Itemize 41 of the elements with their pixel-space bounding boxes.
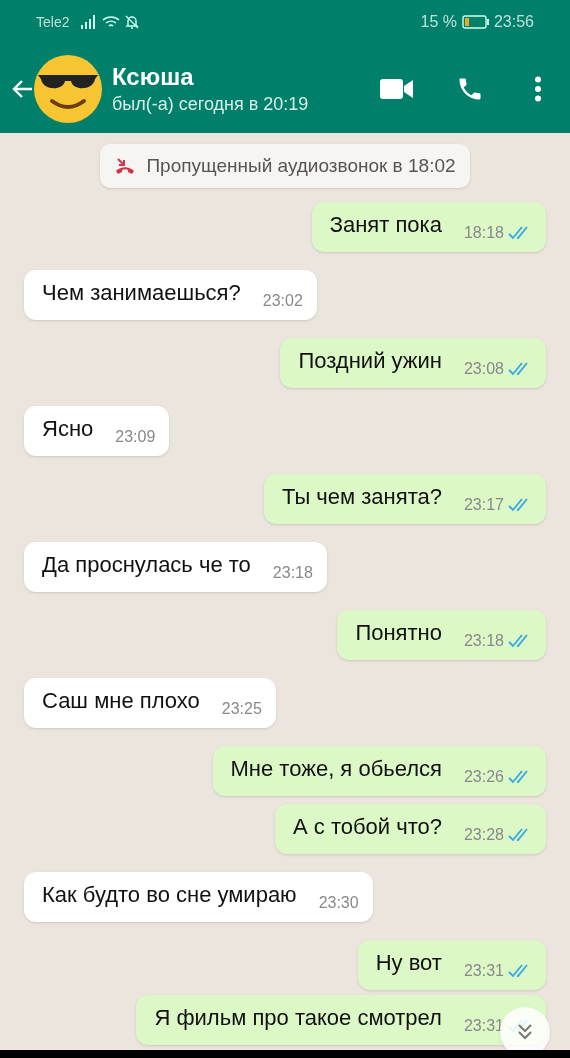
last-seen: был(-а) сегодня в 20:19 bbox=[112, 92, 309, 116]
battery-percent: 15 % bbox=[420, 12, 457, 32]
message-time: 23:18 bbox=[272, 563, 313, 583]
message-text: Я фильм про такое смотрел bbox=[154, 1003, 442, 1032]
missed-call-text: Пропущенный аудиозвонок в 18:02 bbox=[146, 153, 456, 178]
message-time: 23:08 bbox=[463, 359, 504, 379]
video-call-icon[interactable] bbox=[380, 77, 414, 100]
message-time: 23:25 bbox=[221, 699, 262, 719]
message-time: 23:18 bbox=[463, 631, 504, 651]
message-text: Ясно bbox=[42, 414, 94, 443]
message-text: Саш мне плохо bbox=[42, 686, 200, 715]
more-options-icon[interactable] bbox=[534, 75, 542, 102]
message-text: Чем занимаешься? bbox=[42, 278, 241, 307]
message-text: Как будто во сне умираю bbox=[42, 880, 297, 909]
battery-icon bbox=[461, 15, 490, 29]
missed-call-icon bbox=[114, 157, 137, 175]
message-text: Ну вот bbox=[375, 948, 442, 977]
message-time: 23:30 bbox=[318, 893, 359, 913]
message-time: 23:31 bbox=[463, 1016, 504, 1036]
sunglasses-emoji-icon[interactable] bbox=[32, 52, 104, 125]
back-icon[interactable] bbox=[12, 77, 34, 100]
message-time: 18:18 bbox=[463, 223, 504, 243]
message-time: 23:09 bbox=[115, 427, 156, 447]
double-chevron-icon bbox=[515, 1022, 535, 1042]
message-text: Понятно bbox=[355, 618, 442, 647]
message-time: 23:28 bbox=[463, 825, 504, 845]
message-text: Поздний ужин bbox=[298, 346, 442, 375]
message-text: Да проснулась че то bbox=[42, 550, 251, 579]
wifi-icon bbox=[102, 15, 121, 29]
carrier-name: Tele2 bbox=[36, 12, 70, 32]
message-time: 23:31 bbox=[463, 961, 504, 981]
message-text: Мне тоже, я обьелся bbox=[230, 754, 442, 783]
clock: 23:56 bbox=[493, 12, 534, 32]
message-text: Ты чем занята? bbox=[281, 482, 442, 511]
message-text: Занят пока bbox=[329, 210, 442, 239]
contact-name[interactable]: Ксюша bbox=[112, 61, 309, 92]
message-time: 23:02 bbox=[262, 291, 303, 311]
message-text: А с тобой что? bbox=[293, 812, 442, 841]
bell-off-icon bbox=[124, 14, 141, 30]
message-time: 23:26 bbox=[463, 767, 504, 787]
message-time: 23:17 bbox=[463, 495, 504, 515]
